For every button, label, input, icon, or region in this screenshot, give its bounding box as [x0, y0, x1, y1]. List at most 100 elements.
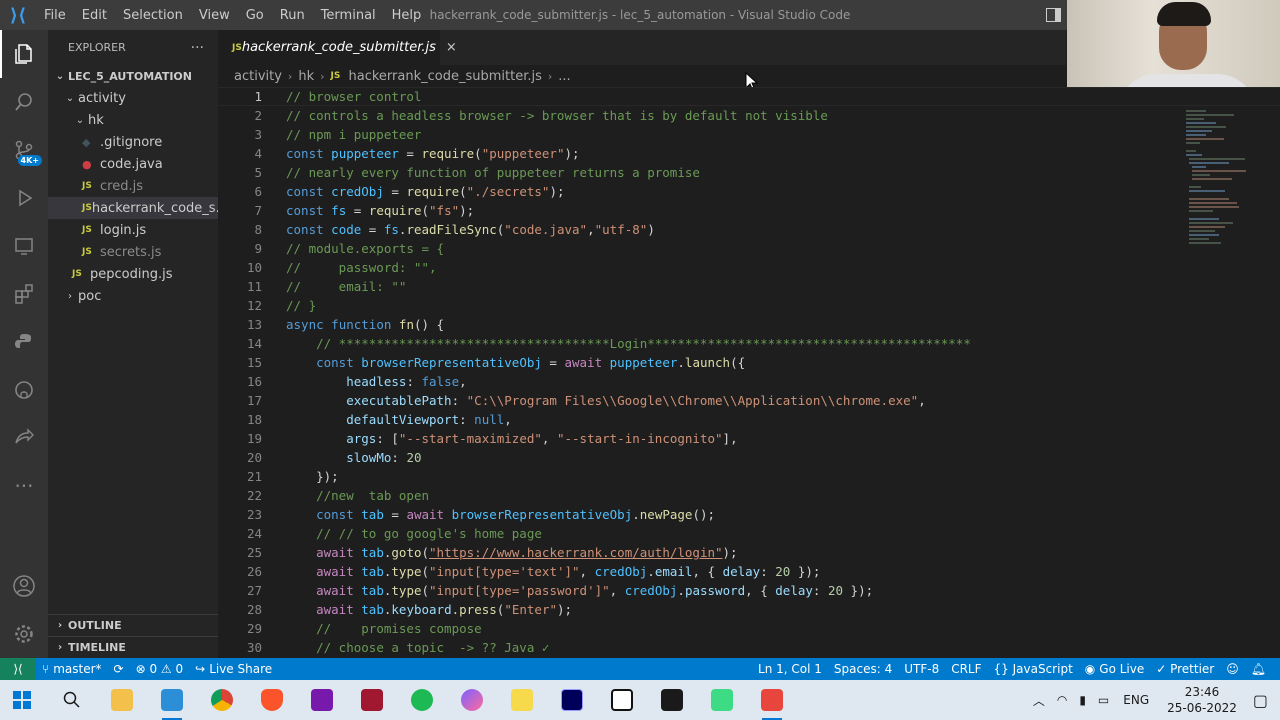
- account-icon[interactable]: [0, 562, 48, 610]
- taskbar-search-icon[interactable]: [52, 684, 92, 716]
- sticky-notes-icon[interactable]: [502, 684, 542, 716]
- code-editor[interactable]: 1 // browser control 2 // controls a hea…: [218, 87, 1280, 658]
- explorer-icon[interactable]: [0, 30, 48, 78]
- tree-file-gitignore[interactable]: ◆ .gitignore: [48, 131, 218, 153]
- file-explorer-icon[interactable]: [102, 684, 142, 716]
- line-number: 25: [246, 545, 262, 560]
- breadcrumb-hk[interactable]: hk: [298, 69, 314, 84]
- brave-icon[interactable]: [252, 684, 292, 716]
- menu-edit[interactable]: Edit: [74, 8, 115, 23]
- menu-file[interactable]: File: [36, 8, 74, 23]
- code-line: 25 await tab.goto("https://www.hackerran…: [218, 543, 1280, 562]
- toggle-panel-icon[interactable]: [1046, 8, 1061, 22]
- menu-view[interactable]: View: [191, 8, 238, 23]
- prettier-status[interactable]: ✓ Prettier: [1150, 662, 1220, 676]
- remote-explorer-icon[interactable]: [0, 222, 48, 270]
- search-icon[interactable]: [0, 78, 48, 126]
- live-share-icon[interactable]: [0, 414, 48, 462]
- tree-folder-activity[interactable]: ⌄ activity: [48, 87, 218, 109]
- tree-file-pepcoding-js[interactable]: JS pepcoding.js: [48, 263, 218, 285]
- editor-tabs: JS hackerrank_code_submitter.js ×: [218, 30, 1066, 65]
- menu-terminal[interactable]: Terminal: [313, 8, 384, 23]
- live-share-icon: ↪: [195, 662, 206, 676]
- end-of-line[interactable]: CRLF: [945, 662, 987, 676]
- menu-help[interactable]: Help: [384, 8, 430, 23]
- tab-hackerrank-code-submitter[interactable]: JS hackerrank_code_submitter.js ×: [218, 30, 457, 65]
- menu-run[interactable]: Run: [272, 8, 313, 23]
- tree-item-label: login.js: [100, 222, 147, 238]
- encoding[interactable]: UTF-8: [898, 662, 945, 676]
- windows-start-icon[interactable]: [2, 684, 42, 716]
- onenote-icon[interactable]: [302, 684, 342, 716]
- menu-go[interactable]: Go: [238, 8, 272, 23]
- tree-file-hackerrank[interactable]: JS hackerrank_code_s...: [48, 197, 218, 219]
- clock[interactable]: 23:46 25-06-2022: [1157, 684, 1247, 716]
- breadcrumb-file[interactable]: hackerrank_code_submitter.js: [349, 69, 542, 84]
- source-control-icon[interactable]: 4K+: [0, 126, 48, 174]
- workspace-root[interactable]: ⌄ LEC_5_AUTOMATION: [48, 65, 218, 87]
- cursor-position[interactable]: Ln 1, Col 1: [752, 662, 828, 676]
- notification-center-icon[interactable]: ▢: [1247, 691, 1280, 710]
- battery-icon[interactable]: ▭: [1092, 693, 1115, 707]
- branch-label: master*: [53, 662, 102, 676]
- indentation[interactable]: Spaces: 4: [828, 662, 898, 676]
- app-icon-red[interactable]: [352, 684, 392, 716]
- chevron-right-icon: ›: [68, 290, 72, 302]
- live-share-button[interactable]: ↪ Live Share: [189, 662, 278, 676]
- chrome-icon[interactable]: [202, 684, 242, 716]
- js-file-icon: JS: [330, 71, 341, 81]
- notion-icon[interactable]: [602, 684, 642, 716]
- python-icon[interactable]: [0, 318, 48, 366]
- premiere-pro-icon[interactable]: [552, 684, 592, 716]
- tree-folder-hk[interactable]: ⌄ hk: [48, 109, 218, 131]
- vscode-taskbar-icon[interactable]: [152, 684, 192, 720]
- app-icon-green[interactable]: [702, 684, 742, 716]
- microphone-icon[interactable]: ▮: [1073, 693, 1092, 707]
- spotify-icon[interactable]: [402, 684, 442, 716]
- tree-file-cred-js[interactable]: JS cred.js: [48, 175, 218, 197]
- tab-label: hackerrank_code_submitter.js: [241, 40, 436, 55]
- chevron-up-icon[interactable]: ︿: [1027, 692, 1051, 709]
- feedback-icon[interactable]: ☺: [1220, 662, 1245, 676]
- code-text: // controls a headless browser -> browse…: [286, 108, 828, 123]
- scm-badge: 4K+: [17, 155, 42, 166]
- branch-indicator[interactable]: ⑂ master*: [36, 662, 108, 676]
- wifi-icon[interactable]: ◠: [1051, 693, 1073, 707]
- problems-indicator[interactable]: ⊗ 0 ⚠ 0: [130, 662, 190, 676]
- minimap[interactable]: [1186, 110, 1256, 260]
- tree-file-secrets-js[interactable]: JS secrets.js: [48, 241, 218, 263]
- more-icon[interactable]: ···: [0, 462, 48, 510]
- app-icon-c-red[interactable]: [752, 684, 792, 720]
- tree-file-login-js[interactable]: JS login.js: [48, 219, 218, 241]
- code-text: slowMo: 20: [346, 450, 422, 465]
- explorer-more-button[interactable]: ···: [191, 40, 204, 56]
- line-number: 28: [246, 602, 262, 617]
- live-share-label: Live Share: [209, 662, 273, 676]
- run-debug-icon[interactable]: [0, 174, 48, 222]
- line-number: 21: [246, 469, 262, 484]
- code-text: const fs = require("fs");: [286, 203, 475, 218]
- breadcrumb-activity[interactable]: activity: [234, 69, 282, 84]
- language-mode[interactable]: {} JavaScript: [988, 662, 1079, 676]
- tree-folder-poc[interactable]: › poc: [48, 285, 218, 307]
- settings-gear-icon[interactable]: [0, 610, 48, 658]
- extensions-icon[interactable]: [0, 270, 48, 318]
- menu-selection[interactable]: Selection: [115, 8, 191, 23]
- code-line: 6 const credObj = require("./secrets");: [218, 182, 1280, 201]
- github-icon[interactable]: [0, 366, 48, 414]
- line-number: 26: [246, 564, 262, 579]
- language-indicator[interactable]: ENG: [1115, 693, 1157, 707]
- timeline-panel-header[interactable]: › TIMELINE: [48, 636, 218, 658]
- line-number: 9: [254, 241, 262, 256]
- remote-indicator-icon[interactable]: ⟩⟨: [0, 658, 36, 680]
- sync-icon[interactable]: ⟳: [108, 662, 130, 676]
- tree-file-code-java[interactable]: ● code.java: [48, 153, 218, 175]
- close-icon[interactable]: ×: [446, 40, 457, 55]
- terminal-icon[interactable]: [652, 684, 692, 716]
- outline-panel-header[interactable]: › OUTLINE: [48, 614, 218, 636]
- go-live-button[interactable]: ◉ Go Live: [1079, 662, 1150, 676]
- chevron-right-icon: ›: [57, 642, 63, 653]
- breadcrumb-symbol[interactable]: ...: [558, 69, 570, 84]
- app-icon-gradient[interactable]: [452, 684, 492, 716]
- notifications-bell-icon[interactable]: 🔔︎: [1245, 662, 1272, 676]
